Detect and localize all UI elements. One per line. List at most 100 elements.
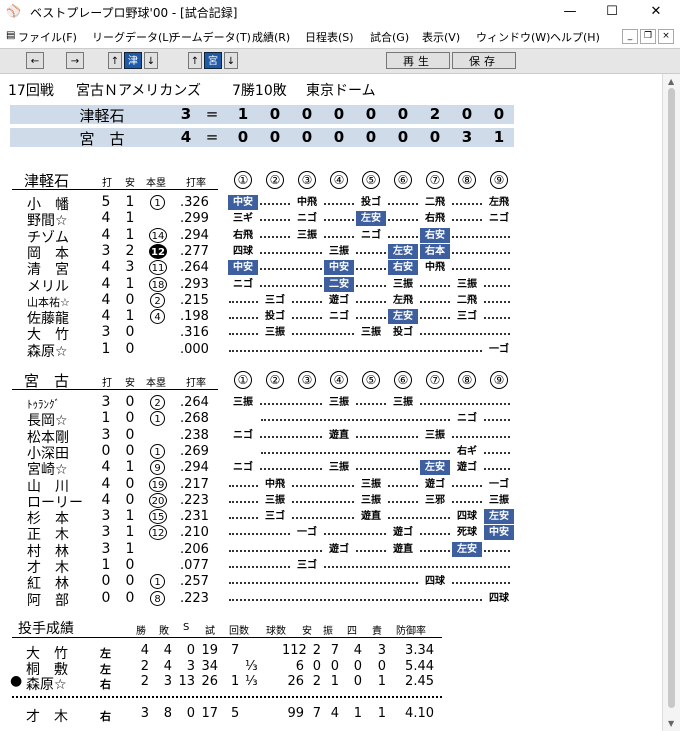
score-team-name: 津軽石: [79, 107, 125, 125]
at-bat-dotted-line: [229, 582, 510, 585]
menu-stats[interactable]: 成績(R): [252, 29, 290, 45]
game-record: 7勝10敗: [232, 83, 287, 99]
pitcher-stat-s: 3: [186, 658, 195, 674]
score-inning-9: 0: [493, 105, 505, 123]
scrollbar-thumb[interactable]: [668, 88, 675, 708]
pitcher-name[interactable]: 森原☆: [26, 674, 67, 694]
menu-team-data[interactable]: チームデータ(T): [170, 29, 251, 45]
header-home-runs: 本塁: [146, 378, 166, 389]
player-average: .264: [180, 395, 209, 410]
menu-schedule[interactable]: 日程表(S): [305, 29, 354, 45]
pitcher-stat-l: 4: [163, 643, 172, 658]
player-hits: 0: [125, 340, 135, 357]
game-matchup: 宮古Ｎアメリカンズ: [76, 83, 202, 99]
player-average: .231: [180, 509, 209, 525]
team2-down-button[interactable]: ↓: [224, 52, 238, 69]
pitcher-innings: 1: [231, 674, 240, 689]
at-bat-result: 三振: [452, 276, 482, 292]
at-bat-result: 右本: [420, 243, 450, 259]
home-run-badge: 1: [150, 574, 165, 590]
team2-up-button[interactable]: ↑: [188, 52, 202, 69]
score-inning-8: 0: [461, 105, 473, 123]
pitching-header-underline: [12, 637, 442, 638]
close-button[interactable]: ✕: [634, 0, 678, 24]
home-run-badge: 11: [149, 260, 167, 276]
team1-down-button[interactable]: ↓: [144, 52, 158, 69]
player-name[interactable]: 森原☆: [27, 341, 68, 361]
at-bat-result: ニゴ: [356, 227, 386, 243]
player-hits: 0: [125, 557, 135, 573]
player-name[interactable]: 阿 部: [27, 590, 69, 610]
at-bat-result: 左安: [388, 309, 418, 325]
pitcher-stat-er: 1: [377, 674, 386, 689]
home-team-title: 宮 古: [24, 372, 70, 390]
player-hits: 1: [125, 459, 135, 476]
menu-help[interactable]: ヘルプ(H): [550, 29, 600, 45]
team1-up-button[interactable]: ↑: [108, 52, 122, 69]
maximize-button[interactable]: ☐: [590, 0, 634, 24]
score-equals: =: [205, 105, 219, 123]
pitcher-stat-k: 4: [330, 706, 339, 721]
menu-bar: ▤ ファイル(F) リーグデータ(L) チームデータ(T) 成績(R) 日程表(…: [0, 26, 680, 46]
pitching-separator: [12, 696, 442, 698]
mdi-close-button[interactable]: ×: [658, 29, 674, 44]
inning-label-1: ①: [234, 171, 252, 189]
home-run-badge: 1: [150, 411, 165, 427]
mdi-minimize-button[interactable]: _: [622, 29, 638, 44]
scroll-up-icon[interactable]: ▲: [668, 77, 674, 86]
at-bat-result: 三振: [292, 227, 322, 243]
player-at-bats: 3: [101, 426, 111, 443]
inning-label-5: ⑤: [362, 371, 380, 389]
at-bat-result: 三振: [324, 460, 354, 476]
pitcher-stat-bb: 0: [353, 658, 362, 674]
menu-view[interactable]: 表示(V): [422, 29, 460, 45]
player-at-bats: 1: [101, 557, 111, 573]
player-average: .268: [180, 411, 209, 427]
scroll-down-icon[interactable]: ▼: [668, 719, 674, 728]
pitching-header-0: 勝: [136, 626, 146, 637]
team1-tsugaru-toggle[interactable]: 津: [124, 52, 142, 69]
inning-label-2: ②: [266, 171, 284, 189]
pitcher-stat-k: 0: [330, 658, 339, 674]
player-hits: 1: [125, 210, 135, 227]
player-at-bats: 0: [101, 442, 111, 459]
prev-arrow-button[interactable]: ←: [26, 52, 44, 69]
menu-game[interactable]: 試合(G): [370, 29, 409, 45]
player-at-bats: 3: [101, 242, 111, 259]
menu-window[interactable]: ウィンドウ(W): [476, 29, 550, 45]
menu-league-data[interactable]: リーグデータ(L): [92, 29, 173, 45]
player-at-bats: 4: [101, 291, 111, 308]
menu-file[interactable]: ファイル(F): [18, 29, 77, 45]
next-arrow-button[interactable]: →: [66, 52, 84, 69]
at-bat-dotted-line: [229, 566, 510, 568]
play-button[interactable]: 再生: [386, 52, 450, 69]
inning-label-7: ⑦: [426, 171, 444, 189]
at-bat-result: 中安: [228, 260, 258, 276]
vertical-scrollbar[interactable]: ▲ ▼: [662, 74, 680, 731]
at-bat-result: 左飛: [388, 292, 418, 308]
pitcher-era: 3.34: [405, 643, 434, 658]
player-average: .000: [180, 341, 209, 357]
pitcher-stat-g: 19: [201, 643, 218, 658]
document-icon: ▤: [6, 30, 16, 41]
team2-miyako-toggle[interactable]: 宮: [204, 52, 222, 69]
at-bat-result: 三邪: [420, 492, 450, 508]
player-name[interactable]: メリル: [27, 276, 69, 296]
pitcher-stat-l: 4: [163, 658, 172, 674]
player-average: .198: [180, 309, 209, 325]
mdi-restore-button[interactable]: ❐: [640, 29, 656, 44]
player-average: .264: [180, 260, 209, 276]
minimize-button[interactable]: —: [548, 0, 592, 24]
player-hits: 3: [125, 259, 135, 276]
player-at-bats: 4: [101, 210, 111, 227]
at-bat-result: 三振: [356, 476, 386, 492]
pitching-header-2: S: [183, 622, 190, 633]
pitching-header-10: 防御率: [396, 626, 426, 637]
inning-label-9: ⑨: [490, 371, 508, 389]
pitcher-name[interactable]: 才 木: [26, 706, 68, 726]
at-bat-result: 左安: [356, 211, 386, 227]
at-bat-result: 中安: [324, 260, 354, 276]
at-bat-result: 左安: [388, 243, 418, 259]
inning-label-8: ⑧: [458, 371, 476, 389]
save-button[interactable]: 保存: [452, 52, 516, 69]
